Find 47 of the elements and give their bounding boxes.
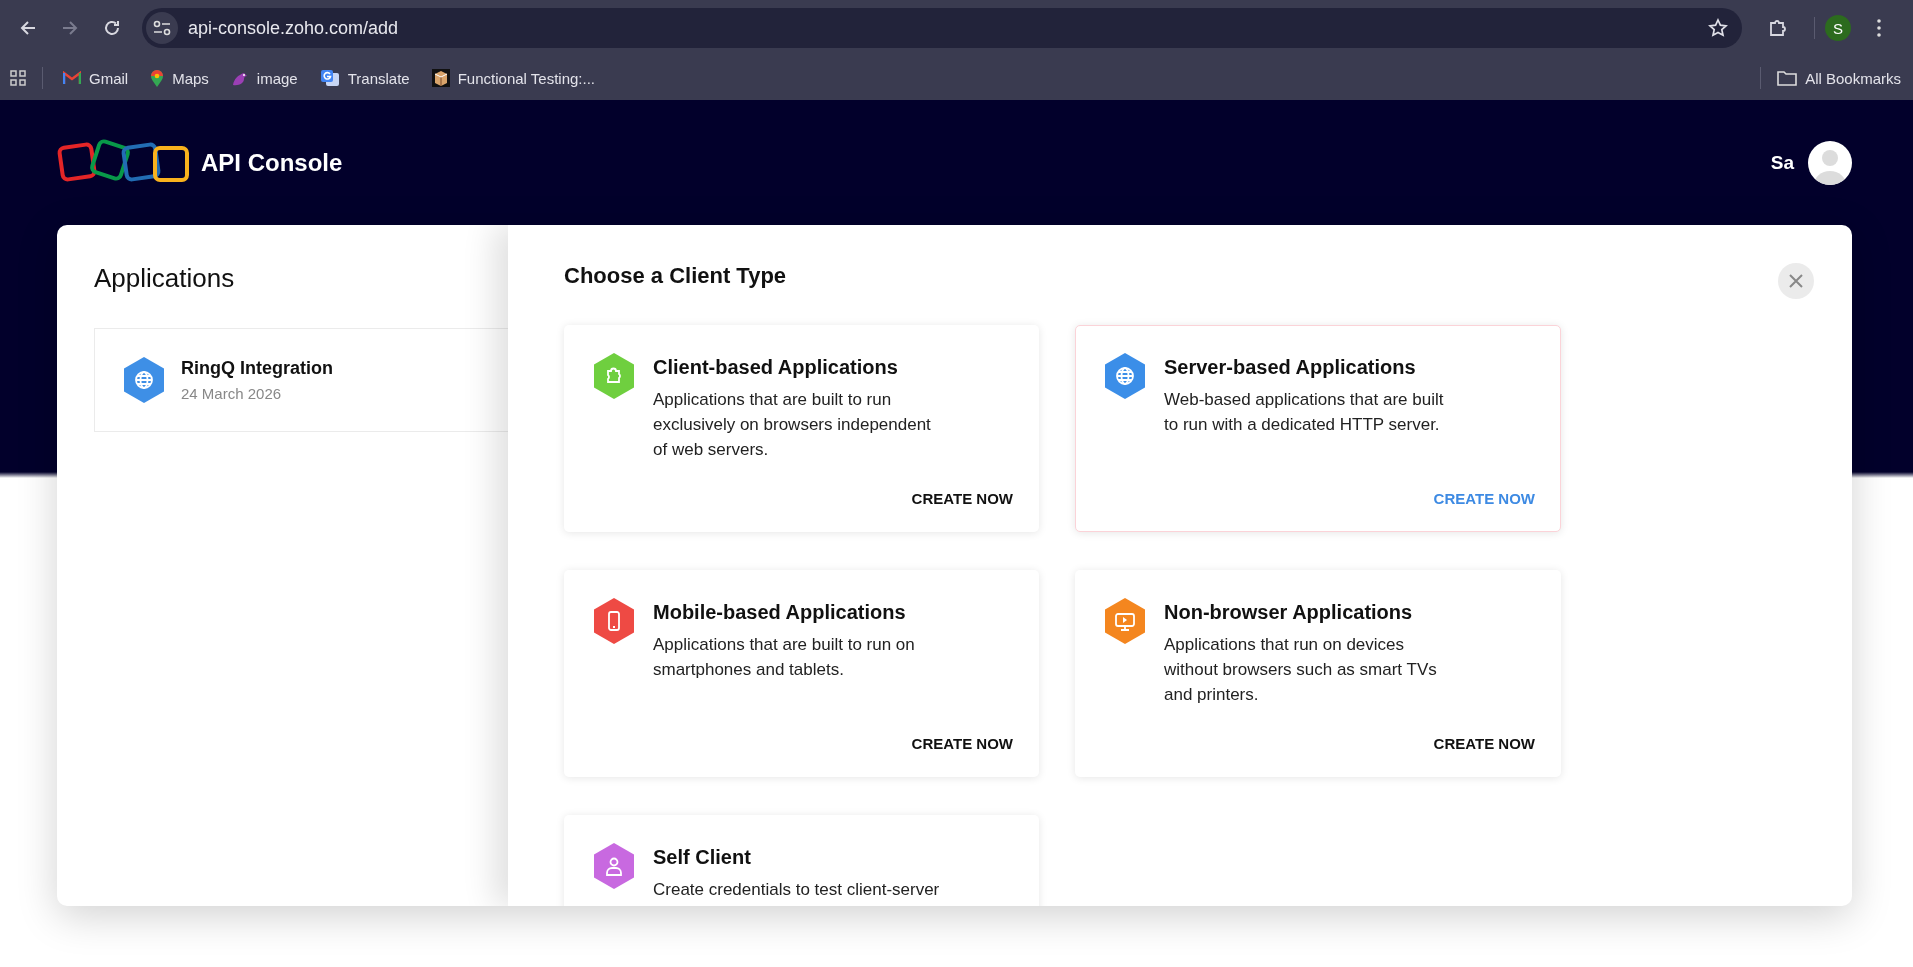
section-title: Applications [94, 263, 236, 294]
card-description: Applications that are built to run on smartphones and tablets. [653, 634, 916, 681]
all-bookmarks-link[interactable]: All Bookmarks [1805, 69, 1901, 87]
bookmark-link[interactable]: Gmail [89, 69, 129, 87]
client-type-card[interactable]: Server-based Applications Web-based applications that are built to run with a dedicated HTTP server. CREATE NOW [1075, 325, 1561, 532]
map-pin-icon [150, 68, 165, 88]
mail-icon [63, 71, 81, 85]
close-icon [1789, 274, 1803, 288]
bookmark-link[interactable]: image [256, 69, 298, 87]
create-now-link[interactable]: CREATE NOW [911, 735, 1013, 752]
address-bar[interactable]: api-console.zoho.com/add [142, 8, 1742, 48]
card-title: Non-browser Applications [1164, 601, 1414, 624]
card-description: Applications that are built to run exclusively on browsers independent of web servers. [653, 389, 932, 461]
user-avatar[interactable] [1808, 140, 1852, 185]
bookmark-star-icon[interactable] [1708, 18, 1728, 38]
card-title: Mobile-based Applications [653, 601, 907, 624]
bookmark-link[interactable]: Functional Testing:... [457, 69, 595, 87]
client-type-card[interactable]: Mobile-based Applications Applications that are built to run on smartphones and tablets. CREATE NOW [564, 570, 1039, 777]
card-description: Web-based applications that are built to run with a dedicated HTTP server. [1164, 389, 1445, 436]
card-title: Server-based Applications [1164, 356, 1417, 379]
client-type-card[interactable]: Self Client Create credentials to test client-server [564, 815, 1039, 906]
card-description: Create credentials to test client-server [653, 879, 941, 901]
panel-title: Choose a Client Type [564, 263, 787, 289]
application-item[interactable]: RingQ Integration 24 March 2026 [94, 328, 508, 432]
apps-grid-icon[interactable] [10, 70, 26, 86]
box-icon [431, 69, 450, 87]
card-description: Applications that run on devices without browsers such as smart TVs and printers. [1164, 634, 1438, 706]
client-type-card[interactable]: Non-browser Applications Applications that run on devices without browsers such as smart TVs and printers. CREATE NOW [1075, 570, 1561, 777]
card-title: Client-based Applications [653, 356, 899, 379]
application-name: RingQ Integration [181, 358, 333, 379]
globe-icon [121, 356, 167, 404]
bookmark-link[interactable]: Maps [172, 69, 209, 87]
client-type-card[interactable]: Client-based Applications Applications that are built to run exclusively on browsers independent of web servers. CREATE NOW [564, 325, 1039, 532]
app-title: API Console [201, 148, 343, 177]
site-settings-icon[interactable] [153, 20, 171, 36]
create-now-link[interactable]: CREATE NOW [1433, 490, 1535, 507]
card-title: Self Client [653, 846, 752, 869]
folder-icon [1777, 70, 1798, 86]
translate-icon [319, 69, 340, 87]
close-button[interactable] [1778, 263, 1814, 299]
url-text: api-console.zoho.com/add [188, 17, 400, 39]
create-now-link[interactable]: CREATE NOW [911, 490, 1013, 507]
user-name: Sa [1770, 151, 1794, 174]
application-date: 24 March 2026 [181, 385, 283, 402]
bookmark-link[interactable]: Translate [347, 69, 410, 87]
profile-avatar[interactable]: S [1825, 15, 1851, 41]
create-now-link[interactable]: CREATE NOW [1433, 735, 1535, 752]
